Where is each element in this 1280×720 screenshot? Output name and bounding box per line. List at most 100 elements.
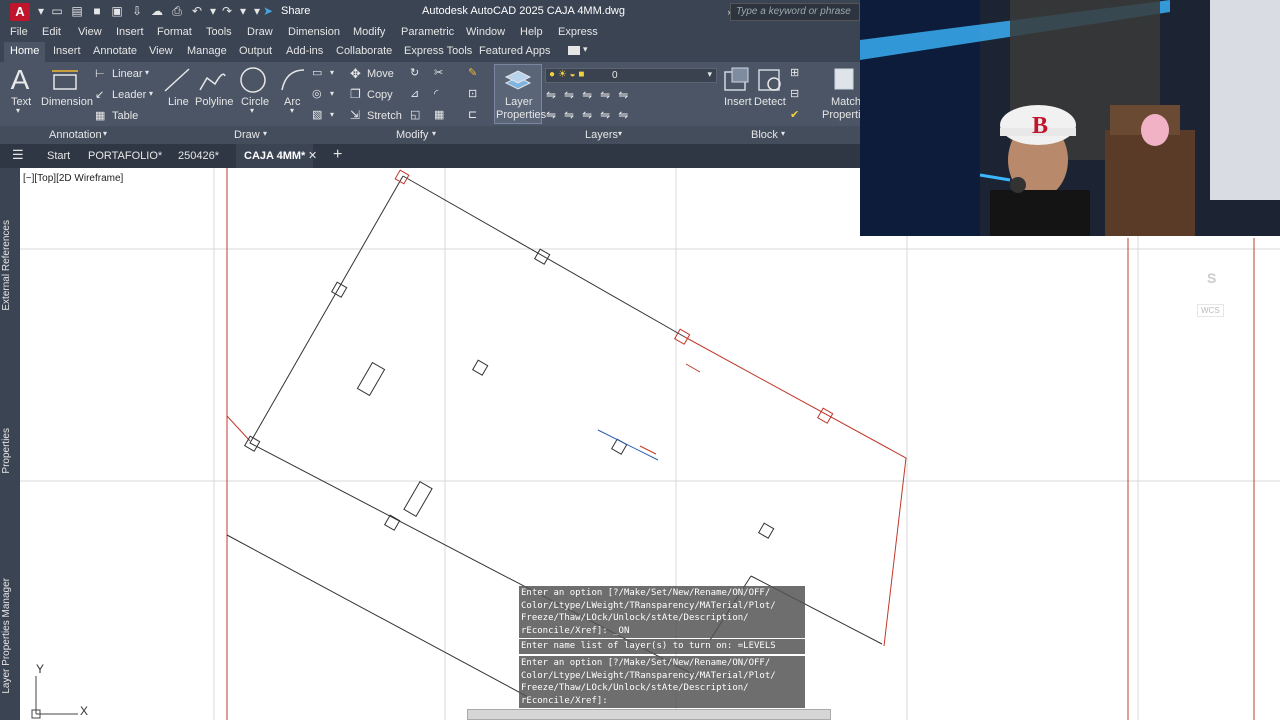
move-button[interactable]: Move <box>367 68 394 80</box>
hamburger-menu-icon[interactable]: ☰ <box>12 147 24 163</box>
menu-modify[interactable]: Modify <box>353 26 385 38</box>
redo-dropdown-icon[interactable]: ▾ <box>236 4 250 18</box>
layer-tools-row-2-icon[interactable]: ⇋⇋⇋⇋⇋ <box>546 108 636 122</box>
tab-manage[interactable]: Manage <box>187 45 227 57</box>
tab-caja-4mm[interactable]: CAJA 4MM* <box>236 144 314 168</box>
undo-dropdown-icon[interactable]: ▾ <box>206 4 220 18</box>
menu-view[interactable]: View <box>78 26 102 38</box>
trim-icon[interactable]: ✂ <box>434 66 443 79</box>
move-icon[interactable]: ✥ <box>350 66 361 82</box>
tab-250426[interactable]: 250426* <box>178 150 219 162</box>
polyline-icon[interactable] <box>197 66 227 94</box>
rectangle-icon[interactable]: ▭ <box>312 66 322 79</box>
viewcube-compass-south[interactable]: S <box>1207 270 1216 286</box>
match-properties-icon[interactable] <box>832 66 858 94</box>
redo-icon[interactable]: ↷ <box>220 4 234 18</box>
polyline-tool-label[interactable]: Polyline <box>195 96 234 108</box>
draw-more-icon-2[interactable]: ▾ <box>330 89 334 98</box>
text-tool-icon[interactable]: A <box>8 64 32 96</box>
mirror-icon[interactable]: ⊿ <box>410 87 419 100</box>
tab-add-ins[interactable]: Add-ins <box>286 45 323 57</box>
menu-insert[interactable]: Insert <box>116 26 144 38</box>
annotation-panel-title[interactable]: Annotation <box>49 129 102 141</box>
layers-panel-expand-icon[interactable]: ▾ <box>618 129 622 138</box>
menu-parametric[interactable]: Parametric <box>401 26 454 38</box>
share-button[interactable]: Share <box>281 5 310 17</box>
linear-button[interactable]: Linear <box>112 68 143 80</box>
share-icon[interactable]: ➤ <box>263 4 273 18</box>
block-panel-title[interactable]: Block <box>751 129 778 141</box>
leader-icon[interactable]: ↙ <box>95 88 104 101</box>
leader-dropdown-icon[interactable]: ▾ <box>149 89 153 98</box>
copy-button[interactable]: Copy <box>367 89 393 101</box>
gradient-icon[interactable]: ▧ <box>312 108 322 121</box>
menu-tools[interactable]: Tools <box>206 26 232 38</box>
circle-tool-label[interactable]: Circle <box>241 96 269 108</box>
tab-collaborate[interactable]: Collaborate <box>336 45 392 57</box>
copy-icon[interactable]: ❐ <box>350 87 361 101</box>
hatch-icon[interactable]: ◎ <box>312 87 322 100</box>
line-tool-label[interactable]: Line <box>168 96 189 108</box>
open-file-icon[interactable]: ▤ <box>70 4 84 18</box>
ribbon-options-icon[interactable]: ▾ <box>583 44 588 55</box>
line-icon[interactable] <box>162 66 192 94</box>
menu-file[interactable]: File <box>10 26 28 38</box>
customize-toolbar-icon[interactable]: ▾ <box>250 4 264 18</box>
fillet-icon[interactable]: ◜ <box>434 87 438 100</box>
scale-icon[interactable]: ◱ <box>410 108 420 121</box>
properties-palette-tab[interactable]: Properties <box>1 428 19 474</box>
modify-panel-title[interactable]: Modify <box>396 129 428 141</box>
rotate-icon[interactable]: ↻ <box>410 66 419 79</box>
circle-icon[interactable] <box>238 66 268 94</box>
new-tab-icon[interactable]: + <box>333 146 342 164</box>
stretch-icon[interactable]: ⇲ <box>350 108 360 122</box>
detect-label[interactable]: Detect <box>754 96 786 108</box>
tab-start[interactable]: Start <box>47 150 70 162</box>
web-save-icon[interactable]: ⇩ <box>130 4 144 18</box>
wcs-menu[interactable]: WCS <box>1197 304 1224 317</box>
draw-panel-expand-icon[interactable]: ▾ <box>263 129 267 138</box>
tab-view[interactable]: View <box>149 45 173 57</box>
app-menu-button[interactable]: A <box>10 3 30 21</box>
search-input[interactable]: Type a keyword or phrase <box>730 3 860 21</box>
tab-home[interactable]: Home <box>4 42 46 62</box>
block-attribute-icon[interactable]: ✔ <box>790 108 799 121</box>
text-dropdown-icon[interactable]: ▾ <box>16 106 20 115</box>
dimension-icon[interactable] <box>50 67 80 93</box>
stretch-button[interactable]: Stretch <box>367 110 402 122</box>
undo-icon[interactable]: ↶ <box>190 4 204 18</box>
layer-dropdown[interactable]: ● ☀ ◒ ■ 0 ▾ <box>545 68 717 83</box>
draw-more-icon[interactable]: ▾ <box>330 68 334 77</box>
cloud-icon[interactable]: ☁ <box>150 4 164 18</box>
layer-properties-manager-palette-tab[interactable]: Layer Properties Manager <box>1 578 19 694</box>
tab-portafolio[interactable]: PORTAFOLIO* <box>88 150 162 162</box>
save-icon[interactable]: ■ <box>90 4 104 18</box>
menu-edit[interactable]: Edit <box>42 26 61 38</box>
menu-draw[interactable]: Draw <box>247 26 273 38</box>
explode-icon[interactable]: ⊡ <box>468 87 477 100</box>
viewport-controls[interactable]: [−][Top][2D Wireframe] <box>23 173 123 184</box>
menu-express[interactable]: Express <box>558 26 598 38</box>
draw-panel-title[interactable]: Draw <box>234 129 260 141</box>
linear-dropdown-icon[interactable]: ▾ <box>145 68 149 77</box>
tab-annotate[interactable]: Annotate <box>93 45 137 57</box>
arc-icon[interactable] <box>278 66 308 94</box>
tab-insert[interactable]: Insert <box>53 45 81 57</box>
external-references-palette-tab[interactable]: External References <box>1 220 19 311</box>
insert-block-icon[interactable] <box>722 66 752 94</box>
leader-button[interactable]: Leader <box>112 89 146 101</box>
draw-more-icon-3[interactable]: ▾ <box>330 110 334 119</box>
tab-output[interactable]: Output <box>239 45 272 57</box>
menu-help[interactable]: Help <box>520 26 543 38</box>
menu-window[interactable]: Window <box>466 26 505 38</box>
menu-dimension[interactable]: Dimension <box>288 26 340 38</box>
command-input[interactable] <box>467 709 831 720</box>
layer-tools-row-1-icon[interactable]: ⇋⇋⇋⇋⇋ <box>546 88 636 102</box>
erase-icon[interactable]: ✎ <box>468 66 477 79</box>
edit-block-icon[interactable]: ⊟ <box>790 87 799 100</box>
insert-block-label[interactable]: Insert <box>724 96 752 108</box>
array-icon[interactable]: ▦ <box>434 108 444 121</box>
modify-panel-expand-icon[interactable]: ▾ <box>432 129 436 138</box>
tab-featured-apps[interactable]: Featured Apps <box>479 45 551 57</box>
text-tool-label[interactable]: Text <box>11 96 31 108</box>
